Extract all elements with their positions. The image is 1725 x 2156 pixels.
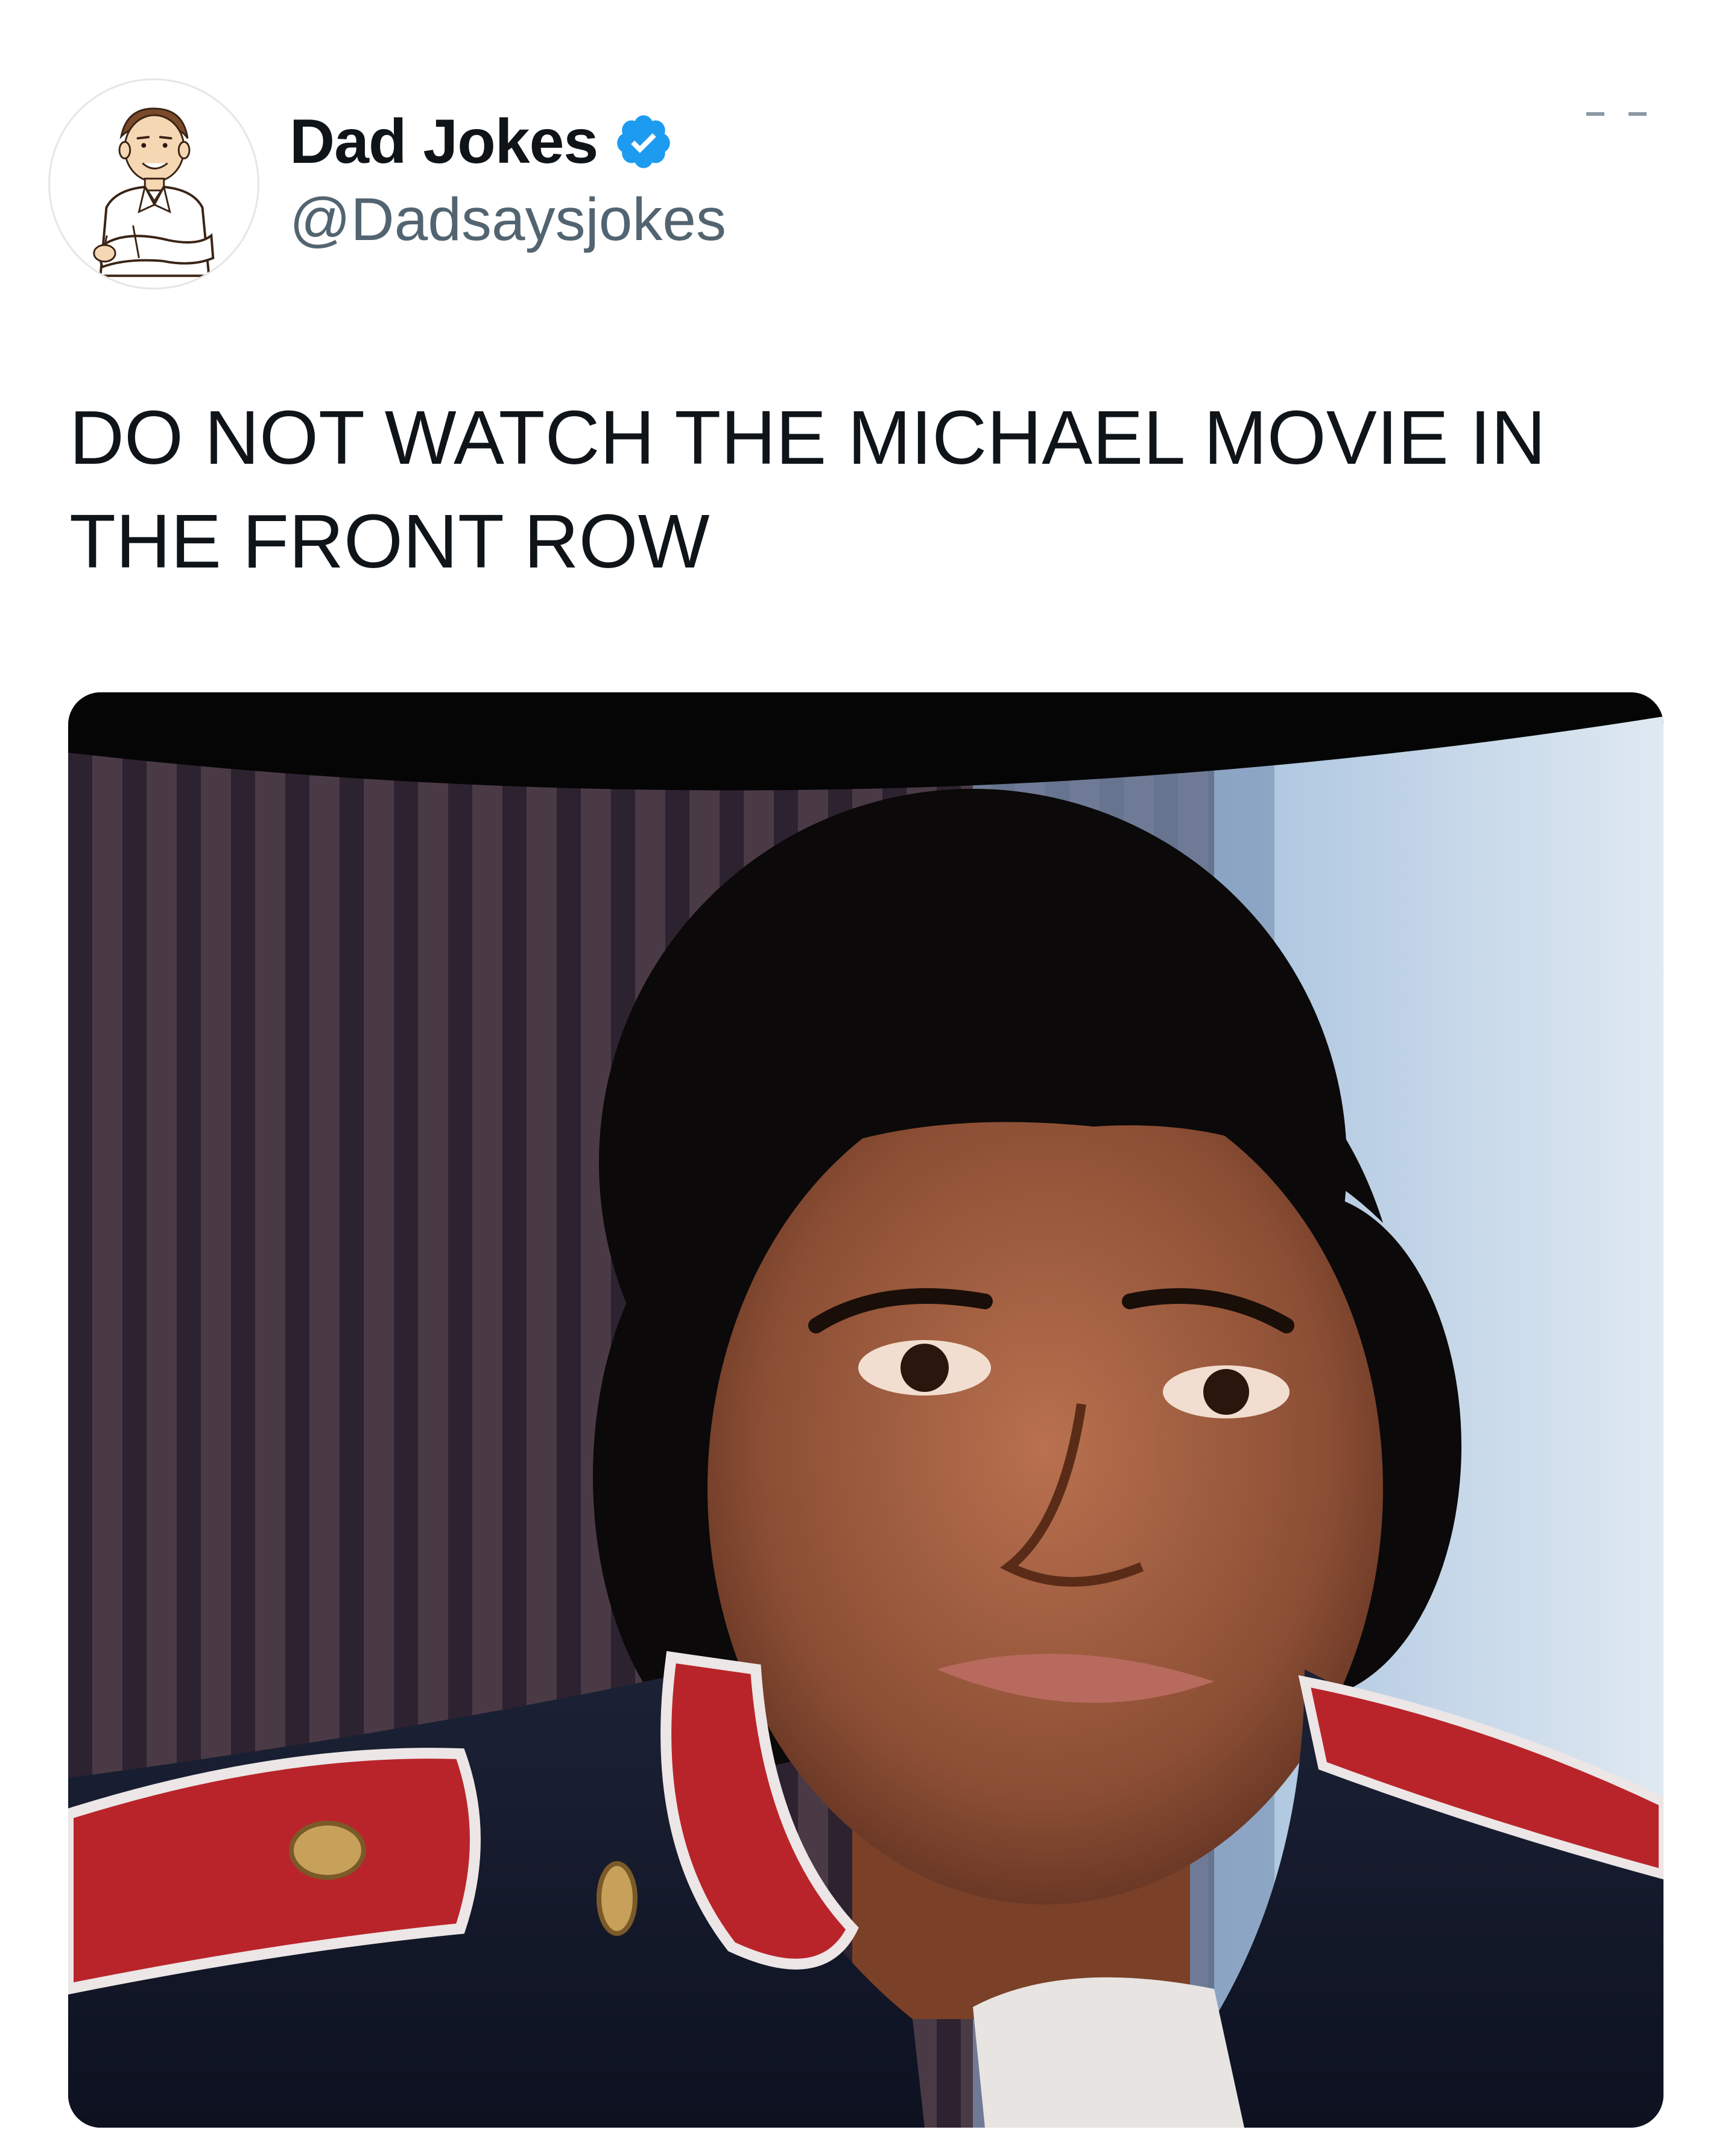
display-name-row: Dad Jokes [290,103,726,181]
cartoon-dad-avatar-icon [93,107,215,277]
tweet-text: DO NOT WATCH THE MICHAEL MOVIE IN THE FR… [69,395,1546,584]
author-handle[interactable]: @Dadsaysjokes [290,189,726,250]
avatar[interactable] [48,78,259,289]
more-options-icon[interactable] [1586,109,1653,121]
verified-badge-icon [613,112,674,172]
tweet-media-photo[interactable] [68,692,1663,2128]
tweet-header: Dad Jokes @Dadsaysjokes [48,78,1677,296]
display-name[interactable]: Dad Jokes [290,110,598,173]
author-info: Dad Jokes @Dadsaysjokes [290,103,726,250]
movie-still-photo [68,692,1663,2128]
